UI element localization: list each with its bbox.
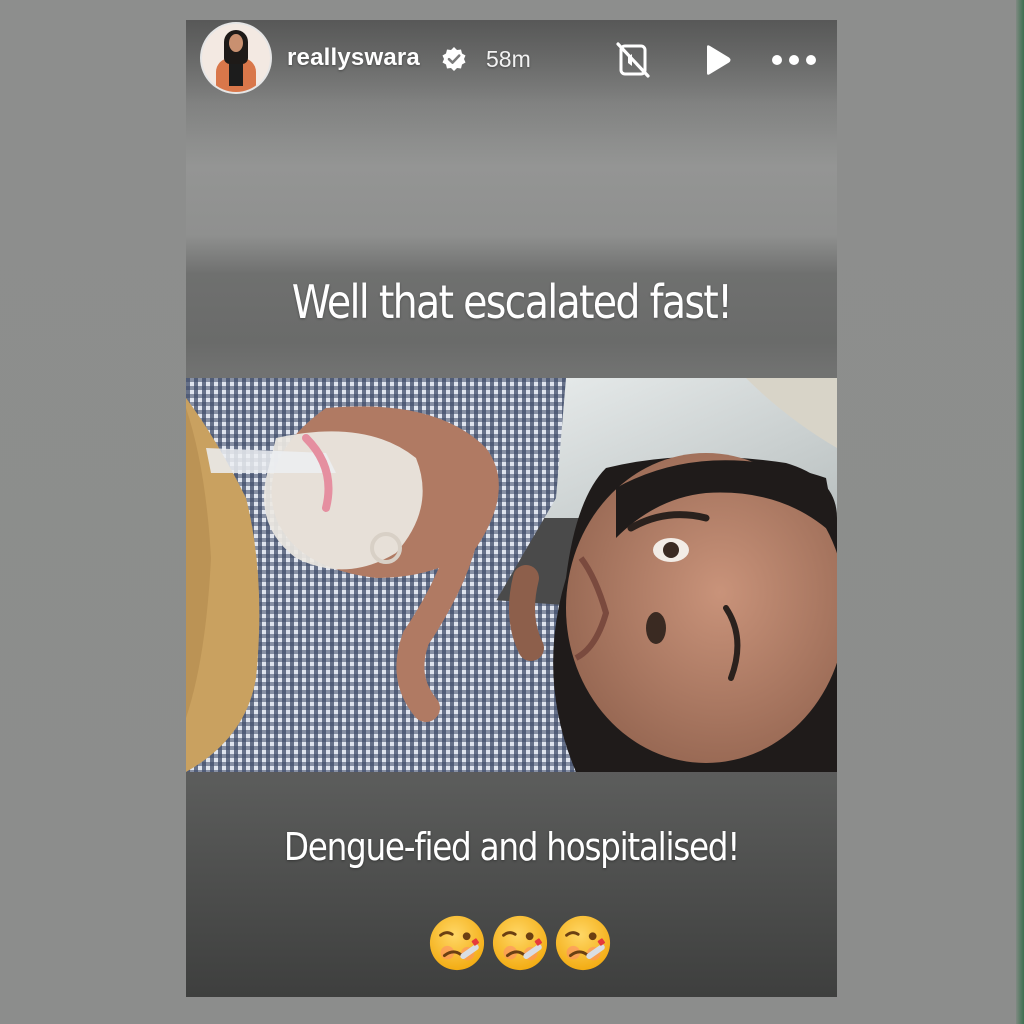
woozy-face-icon bbox=[492, 915, 548, 971]
play-icon bbox=[707, 45, 731, 75]
sound-off-icon bbox=[616, 42, 650, 78]
story-photo bbox=[186, 378, 837, 772]
post-time: 58m bbox=[486, 46, 531, 72]
profile-avatar[interactable] bbox=[202, 24, 270, 92]
verified-badge-icon bbox=[442, 47, 466, 71]
instagram-story[interactable]: reallyswara 58m Well that escalated fast… bbox=[186, 20, 837, 997]
woozy-face-icon bbox=[429, 915, 485, 971]
more-options-button[interactable] bbox=[770, 38, 818, 82]
story-headline: Well that escalated fast! bbox=[291, 275, 733, 329]
more-options-icon bbox=[772, 55, 816, 65]
screenshot-background: reallyswara 58m Well that escalated fast… bbox=[0, 0, 1024, 1024]
window-edge bbox=[1016, 0, 1024, 1024]
story-caption: Dengue-fied and hospitalised! bbox=[283, 825, 740, 869]
username-link[interactable]: reallyswara bbox=[287, 44, 420, 72]
woozy-face-icon bbox=[555, 915, 611, 971]
story-header bbox=[186, 20, 837, 140]
hospital-selfie-image bbox=[186, 378, 837, 772]
avatar-figure-face bbox=[229, 34, 243, 52]
play-button[interactable] bbox=[694, 38, 738, 82]
mute-button[interactable] bbox=[611, 38, 655, 82]
emoji-sticker-row bbox=[428, 914, 618, 976]
